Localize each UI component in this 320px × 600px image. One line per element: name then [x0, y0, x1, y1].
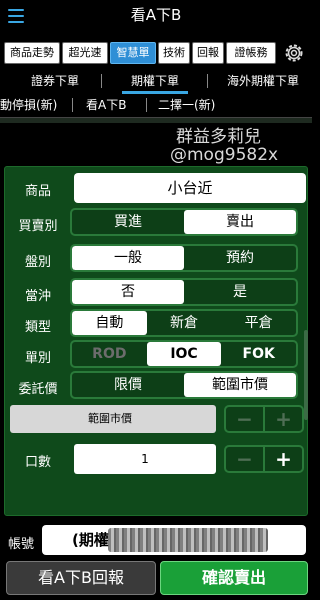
strategy-tab-row: 移動停損(新) 看A下B 二擇一(新): [0, 96, 312, 114]
type-label: 類型: [24, 320, 51, 335]
session-selector: 一般 預約: [70, 244, 298, 272]
confirm-sell-button[interactable]: 確認賣出: [160, 561, 308, 595]
tab-market-trend[interactable]: 商品走勢: [4, 42, 60, 64]
range-market-option[interactable]: 範圍市價: [184, 373, 296, 397]
tab-futures-options-order[interactable]: 期權下單: [122, 72, 188, 94]
daytrade-selector: 否 是: [70, 278, 298, 306]
tab-technical[interactable]: 技術: [158, 42, 190, 64]
session-label: 盤別: [24, 255, 51, 270]
open-option[interactable]: 新倉: [147, 311, 222, 335]
tab-reports[interactable]: 回報: [192, 42, 224, 64]
range-market-display: 範圍市價: [10, 405, 216, 433]
account-label: 帳號: [8, 537, 35, 552]
price-selector: 限價 範圍市價: [70, 371, 298, 399]
ioc-option[interactable]: IOC: [146, 342, 222, 366]
reserve-option[interactable]: 預約: [184, 246, 296, 270]
divider: [207, 74, 208, 88]
sell-option[interactable]: 賣出: [184, 210, 296, 234]
watermark-handle: @mog9582x: [170, 145, 279, 165]
fok-option[interactable]: FOK: [221, 342, 296, 366]
qty-plus-button[interactable]: +: [265, 447, 302, 471]
tab-smart-order[interactable]: 智慧單: [110, 42, 156, 64]
tab-stock-order[interactable]: 證券下單: [22, 72, 88, 90]
order-report-button[interactable]: 看A下B回報: [6, 561, 156, 595]
side-selector: 買進 賣出: [70, 208, 298, 236]
product-field[interactable]: 小台近: [74, 173, 306, 203]
regular-option[interactable]: 一般: [72, 246, 184, 270]
quantity-field[interactable]: 1: [74, 444, 216, 474]
qty-minus-button[interactable]: −: [226, 447, 263, 471]
info-strip: [0, 117, 312, 123]
tab-lightspeed[interactable]: 超光速: [62, 42, 108, 64]
tab-overseas-order[interactable]: 海外期權下單: [218, 72, 308, 90]
daytrade-yes-option[interactable]: 是: [184, 280, 296, 304]
auto-option[interactable]: 自動: [72, 311, 147, 335]
tab-account[interactable]: 證帳務: [226, 42, 276, 64]
range-minus-button[interactable]: −: [226, 407, 263, 431]
qty-label: 口數: [24, 455, 51, 470]
rod-option[interactable]: ROD: [72, 342, 147, 366]
quantity-stepper: − +: [224, 445, 304, 473]
scrollbar[interactable]: [304, 330, 308, 420]
watermark-name: 群益多莉兒: [176, 127, 261, 147]
close-option[interactable]: 平倉: [221, 311, 296, 335]
buy-option[interactable]: 買進: [72, 210, 184, 234]
tab-trailing-stop[interactable]: 移動停損(新): [0, 96, 57, 114]
order-type-selector: ROD IOC FOK: [70, 340, 298, 368]
side-label: 買賣別: [18, 219, 58, 234]
tab-either-or[interactable]: 二擇一(新): [158, 96, 215, 114]
divider: [101, 74, 102, 88]
daytrade-no-option[interactable]: 否: [72, 280, 184, 304]
limit-option[interactable]: 限價: [72, 373, 184, 397]
gear-icon[interactable]: [282, 41, 306, 65]
type-selector: 自動 新倉 平倉: [70, 309, 298, 337]
divider: [146, 98, 147, 112]
daytrade-label: 當沖: [24, 289, 51, 304]
order-type-label: 單別: [24, 351, 51, 366]
range-stepper: − +: [224, 405, 304, 433]
page-title: 看A下B: [130, 6, 182, 24]
product-label: 商品: [24, 184, 51, 199]
tab-see-a-order-b[interactable]: 看A下B: [86, 96, 126, 114]
redacted-account-number: [108, 528, 268, 552]
divider: [72, 98, 73, 112]
price-label: 委託價: [18, 382, 58, 397]
range-plus-button[interactable]: +: [265, 407, 302, 431]
